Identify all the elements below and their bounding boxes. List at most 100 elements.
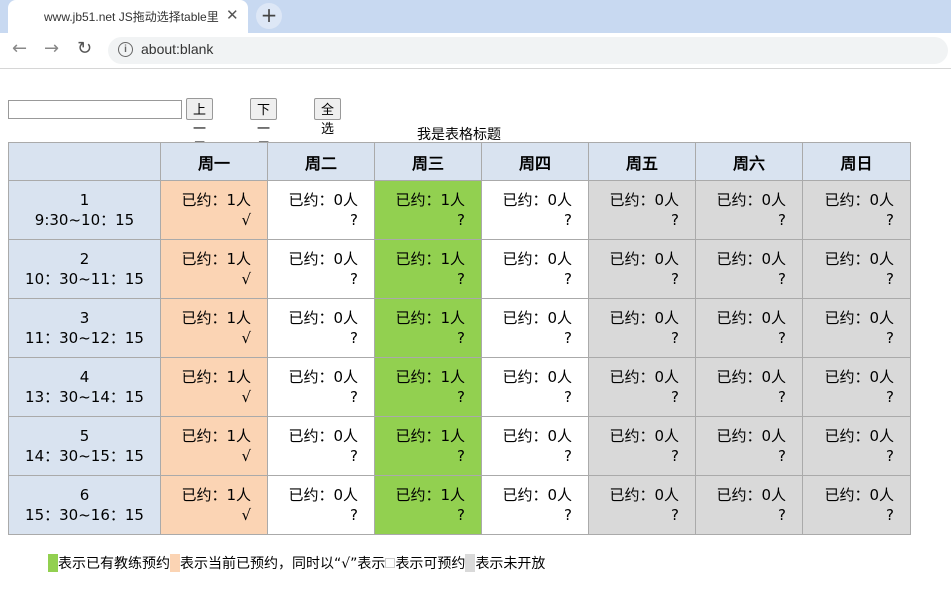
cell-mark: √ [241, 270, 251, 288]
cell-mark: ? [457, 270, 465, 288]
schedule-cell[interactable]: 已约：0人? [588, 475, 696, 535]
booked-count: 已约：0人 [502, 250, 572, 268]
cell-mark: ? [778, 270, 786, 288]
legend-swatch-available [385, 558, 396, 568]
cell-mark: ? [564, 329, 572, 347]
schedule-cell[interactable]: 已约：0人? [481, 357, 589, 417]
booked-count: 已约：0人 [824, 486, 894, 504]
prev-week-button[interactable]: 上一周 [186, 98, 214, 156]
cell-mark: ? [886, 447, 894, 465]
schedule-cell[interactable]: 已约：1人 √ [160, 298, 268, 358]
schedule-cell[interactable]: 已约：0人? [802, 298, 911, 358]
table-row: 5 14：30~15：15 已约：1人 √ 已约：0人? 已约：1人? 已约：0人? 已约：0… [8, 416, 911, 476]
booked-count: 已约：1人 [395, 486, 465, 504]
cell-mark: ? [457, 447, 465, 465]
cell-mark: ? [778, 447, 786, 465]
schedule-cell[interactable]: 已约：0人? [267, 239, 375, 299]
booked-count: 已约：0人 [716, 250, 786, 268]
schedule-cell[interactable]: 已约：0人? [481, 416, 589, 476]
schedule-cell[interactable]: 已约：0人? [588, 416, 696, 476]
schedule-cell[interactable]: 已约：0人? [481, 180, 589, 240]
schedule-cell[interactable]: 已约：0人? [267, 416, 375, 476]
cell-mark: ? [886, 270, 894, 288]
schedule-cell[interactable]: 已约：1人? [374, 180, 482, 240]
booked-count: 已约：0人 [716, 368, 786, 386]
schedule-cell[interactable]: 已约：0人? [267, 298, 375, 358]
address-bar[interactable]: i about:blank [108, 37, 948, 64]
schedule-cell[interactable]: 已约：1人? [374, 357, 482, 417]
schedule-cell[interactable]: 已约：0人? [802, 180, 911, 240]
schedule-cell[interactable]: 已约：1人 √ [160, 357, 268, 417]
schedule-cell[interactable]: 已约：0人? [481, 475, 589, 535]
table-caption: 我是表格标题 [417, 127, 501, 143]
booked-count: 已约：0人 [288, 191, 358, 209]
booked-count: 已约：0人 [609, 368, 679, 386]
booked-count: 已约：0人 [288, 368, 358, 386]
time-slot-cell: 5 14：30~15：15 [8, 416, 161, 476]
schedule-cell[interactable]: 已约：1人? [374, 239, 482, 299]
schedule-cell[interactable]: 已约：0人? [802, 239, 911, 299]
schedule-cell[interactable]: 已约：0人? [267, 180, 375, 240]
schedule-cell[interactable]: 已约：1人? [374, 416, 482, 476]
legend-available: 表示可预约 [395, 556, 466, 572]
info-icon[interactable]: i [118, 42, 133, 57]
reload-icon[interactable]: ↻ [77, 38, 92, 59]
booked-count: 已约：0人 [609, 250, 679, 268]
schedule-cell[interactable]: 已约：0人? [802, 416, 911, 476]
booked-count: 已约：1人 [395, 309, 465, 327]
booked-count: 已约：0人 [609, 486, 679, 504]
cell-mark: ? [564, 270, 572, 288]
schedule-cell[interactable]: 已约：1人 √ [160, 416, 268, 476]
next-week-button[interactable]: 下一周 [250, 98, 278, 156]
schedule-cell[interactable]: 已约：1人? [374, 298, 482, 358]
schedule-cell[interactable]: 已约：0人? [695, 416, 803, 476]
schedule-cell[interactable]: 已约：0人? [588, 357, 696, 417]
booked-count: 已约：0人 [288, 309, 358, 327]
schedule-cell[interactable]: 已约：0人? [695, 298, 803, 358]
forward-arrow-icon[interactable]: → [44, 38, 59, 59]
cell-mark: ? [671, 506, 679, 524]
schedule-cell[interactable]: 已约：0人? [695, 239, 803, 299]
schedule-cell[interactable]: 已约：0人? [695, 475, 803, 535]
booked-count: 已约：1人 [395, 191, 465, 209]
schedule-cell[interactable]: 已约：0人? [695, 357, 803, 417]
cell-mark: ? [671, 270, 679, 288]
schedule-cell[interactable]: 已约：1人? [374, 475, 482, 535]
day-header: 周二 [267, 142, 375, 181]
day-header: 周五 [588, 142, 696, 181]
schedule-cell[interactable]: 已约：0人? [481, 239, 589, 299]
cell-mark: ? [564, 211, 572, 229]
schedule-cell[interactable]: 已约：0人? [481, 298, 589, 358]
schedule-cell[interactable]: 已约：0人? [267, 475, 375, 535]
day-header: 周六 [695, 142, 803, 181]
schedule-cell[interactable]: 已约：0人? [695, 180, 803, 240]
date-input[interactable] [8, 100, 182, 119]
back-arrow-icon[interactable]: ← [12, 38, 27, 59]
booked-count: 已约：1人 [181, 309, 251, 327]
new-tab-button[interactable]: + [256, 3, 282, 29]
legend-swatch-current [170, 554, 180, 572]
booked-count: 已约：0人 [502, 486, 572, 504]
day-header: 周四 [481, 142, 589, 181]
slot-number: 3 [79, 309, 90, 327]
booked-count: 已约：0人 [502, 368, 572, 386]
schedule-cell[interactable]: 已约：0人? [802, 357, 911, 417]
close-icon[interactable]: ✕ [226, 6, 239, 24]
booked-count: 已约：1人 [181, 368, 251, 386]
schedule-cell[interactable]: 已约：0人? [588, 298, 696, 358]
schedule-cell[interactable]: 已约：1人 √ [160, 180, 268, 240]
schedule-cell[interactable]: 已约：0人? [802, 475, 911, 535]
slot-time: 14：30~15：15 [25, 447, 144, 465]
browser-toolbar: ← → ↻ i about:blank [0, 33, 951, 69]
browser-tab[interactable]: www.jb51.net JS拖动选择table里的单元格 ✕ [8, 0, 248, 33]
schedule-cell[interactable]: 已约：0人? [588, 180, 696, 240]
slot-time: 11：30~12：15 [25, 329, 144, 347]
schedule-cell[interactable]: 已约：0人? [267, 357, 375, 417]
slot-number: 4 [79, 368, 90, 386]
select-all-button[interactable]: 全选 [314, 98, 342, 137]
schedule-cell[interactable]: 已约：1人 √ [160, 475, 268, 535]
booked-count: 已约：0人 [609, 427, 679, 445]
schedule-cell[interactable]: 已约：1人 √ [160, 239, 268, 299]
time-slot-cell: 1 9:30~10：15 [8, 180, 161, 240]
schedule-cell[interactable]: 已约：0人? [588, 239, 696, 299]
